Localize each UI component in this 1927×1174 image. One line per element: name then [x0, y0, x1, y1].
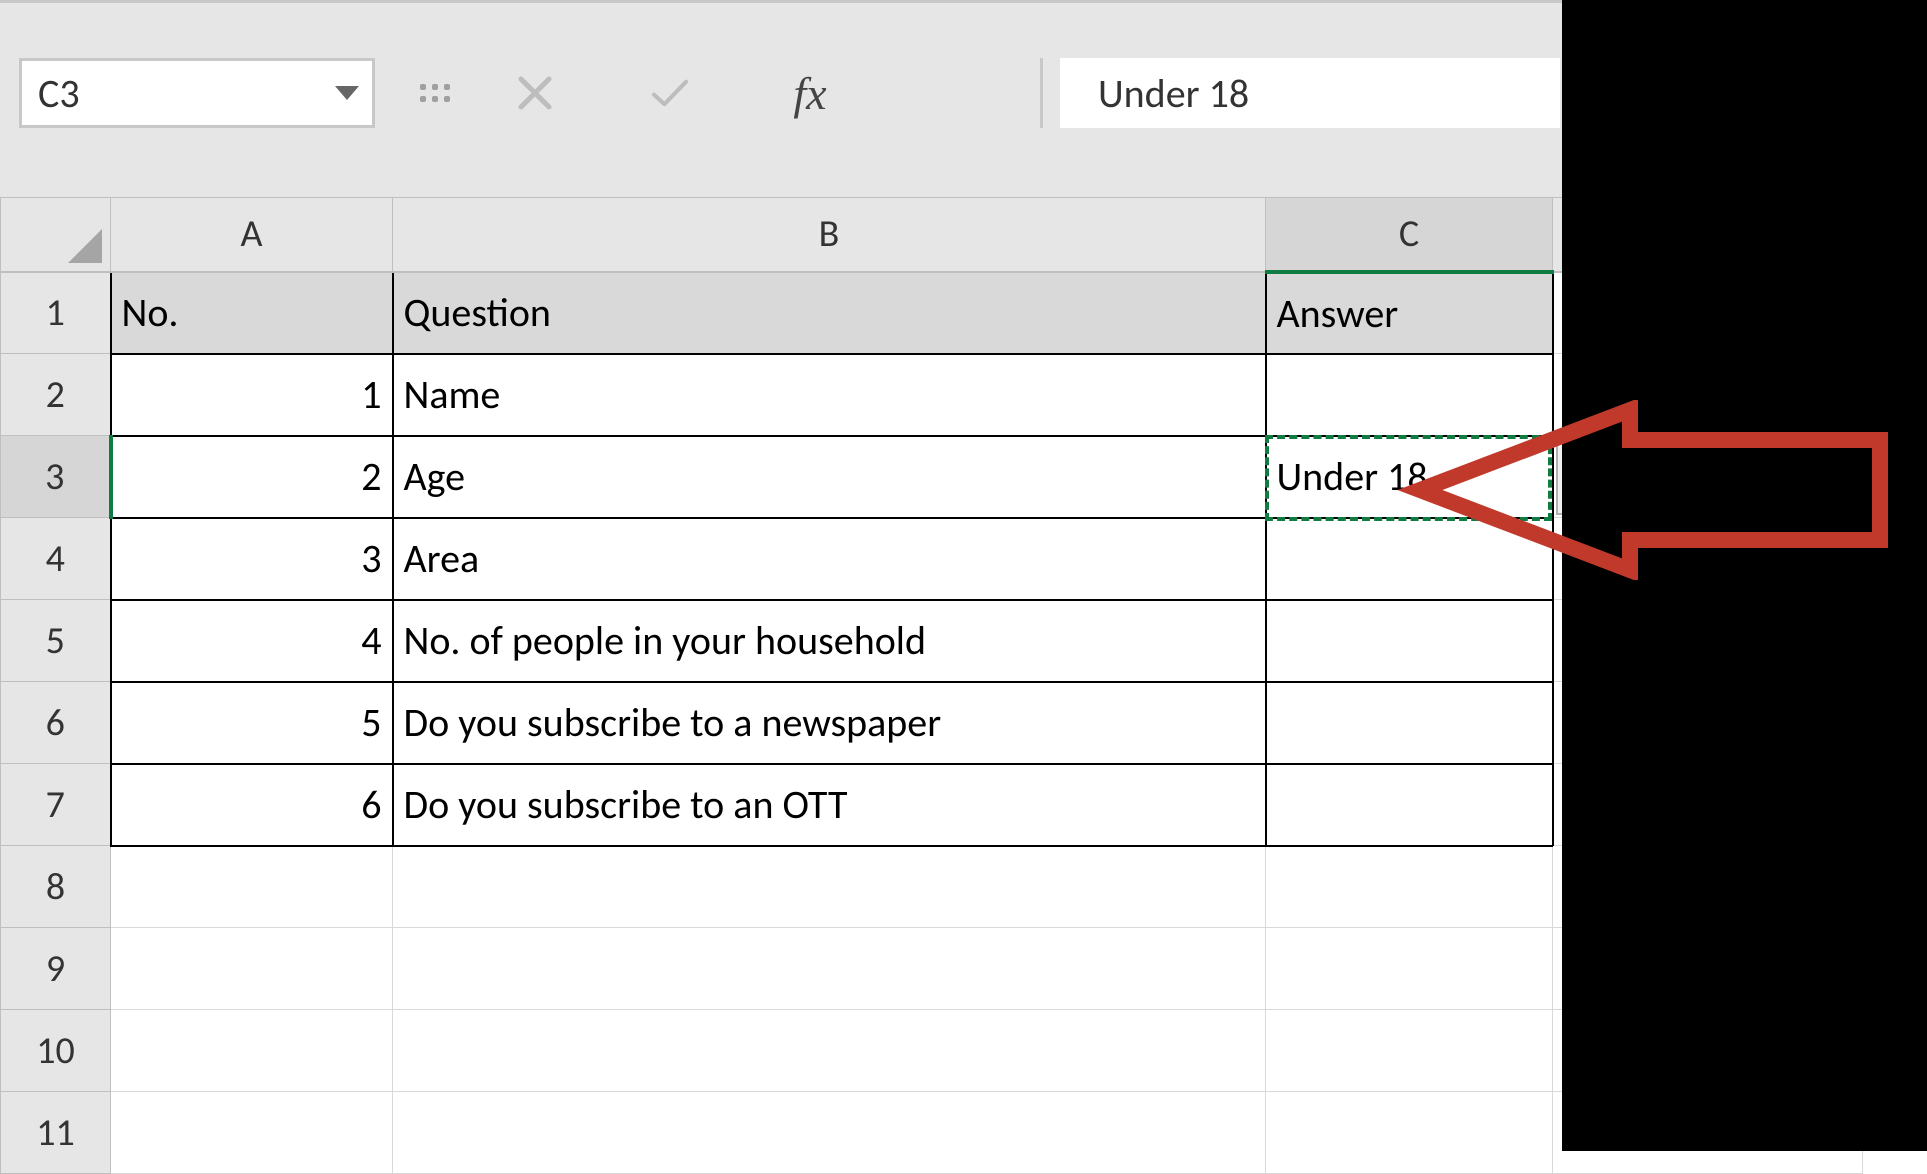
cell-A10[interactable]: [111, 1010, 393, 1092]
row-header[interactable]: 2: [1, 354, 111, 436]
cell-B10[interactable]: [393, 1010, 1266, 1092]
cell-B7[interactable]: Do you subscribe to an OTT: [393, 764, 1266, 846]
black-band: [1562, 0, 1927, 1151]
cell-B9[interactable]: [393, 928, 1266, 1010]
formula-bar-grip-icon[interactable]: [420, 63, 450, 123]
cell-C3[interactable]: Under 18: [1266, 436, 1553, 518]
cancel-button[interactable]: [495, 63, 575, 123]
formula-input[interactable]: Under 18: [1060, 58, 1560, 128]
x-icon: [515, 73, 555, 113]
row-header[interactable]: 11: [1, 1092, 111, 1174]
formula-input-value: Under 18: [1098, 69, 1249, 118]
insert-function-button[interactable]: fx: [770, 63, 850, 123]
cell-B1[interactable]: Question: [393, 272, 1266, 354]
cell-B6[interactable]: Do you subscribe to a newspaper: [393, 682, 1266, 764]
cell-C7[interactable]: [1266, 764, 1553, 846]
cell-A4[interactable]: 3: [111, 518, 393, 600]
name-box-value: C3: [22, 69, 322, 118]
cell-A3[interactable]: 2: [111, 436, 393, 518]
row-header[interactable]: 6: [1, 682, 111, 764]
cell-A6[interactable]: 5: [111, 682, 393, 764]
cell-C1[interactable]: Answer: [1266, 272, 1553, 354]
row-header[interactable]: 3: [1, 436, 111, 518]
row-header[interactable]: 7: [1, 764, 111, 846]
row-header[interactable]: 10: [1, 1010, 111, 1092]
cell-B2[interactable]: Name: [393, 354, 1266, 436]
cell-A9[interactable]: [111, 928, 393, 1010]
row-header[interactable]: 8: [1, 846, 111, 928]
check-icon: [650, 73, 690, 113]
cell-A1[interactable]: No.: [111, 272, 393, 354]
row-header[interactable]: 5: [1, 600, 111, 682]
column-header-B[interactable]: B: [393, 198, 1266, 272]
cell-A8[interactable]: [111, 846, 393, 928]
formula-bar: C3 fx Under 18: [0, 0, 1562, 197]
cell-B5[interactable]: No. of people in your household: [393, 600, 1266, 682]
fx-icon: fx: [793, 67, 826, 120]
cell-A7[interactable]: 6: [111, 764, 393, 846]
cell-B8[interactable]: [393, 846, 1266, 928]
cell-A2[interactable]: 1: [111, 354, 393, 436]
cell-C6[interactable]: [1266, 682, 1553, 764]
row-header[interactable]: 9: [1, 928, 111, 1010]
cell-A5[interactable]: 4: [111, 600, 393, 682]
cell-C2[interactable]: [1266, 354, 1553, 436]
cell-C8[interactable]: [1266, 846, 1553, 928]
chevron-down-icon: [335, 86, 359, 100]
enter-button[interactable]: [630, 63, 710, 123]
name-box-dropdown[interactable]: [322, 61, 372, 125]
cell-C9[interactable]: [1266, 928, 1553, 1010]
row-header[interactable]: 1: [1, 272, 111, 354]
cell-B4[interactable]: Area: [393, 518, 1266, 600]
cell-C4[interactable]: [1266, 518, 1553, 600]
column-header-A[interactable]: A: [111, 198, 393, 272]
cell-C5[interactable]: [1266, 600, 1553, 682]
formula-bar-separator: [1040, 58, 1043, 128]
column-header-C[interactable]: C: [1266, 198, 1553, 272]
cell-C10[interactable]: [1266, 1010, 1553, 1092]
row-header[interactable]: 4: [1, 518, 111, 600]
name-box[interactable]: C3: [19, 58, 375, 128]
cell-A11[interactable]: [111, 1092, 393, 1174]
cell-B3[interactable]: Age: [393, 436, 1266, 518]
spreadsheet-grid[interactable]: A B C D 1 No. Question Answer 2 1 Name: [0, 197, 1562, 1174]
cell-C11[interactable]: [1266, 1092, 1553, 1174]
cell-B11[interactable]: [393, 1092, 1266, 1174]
select-all-button[interactable]: [1, 198, 111, 272]
